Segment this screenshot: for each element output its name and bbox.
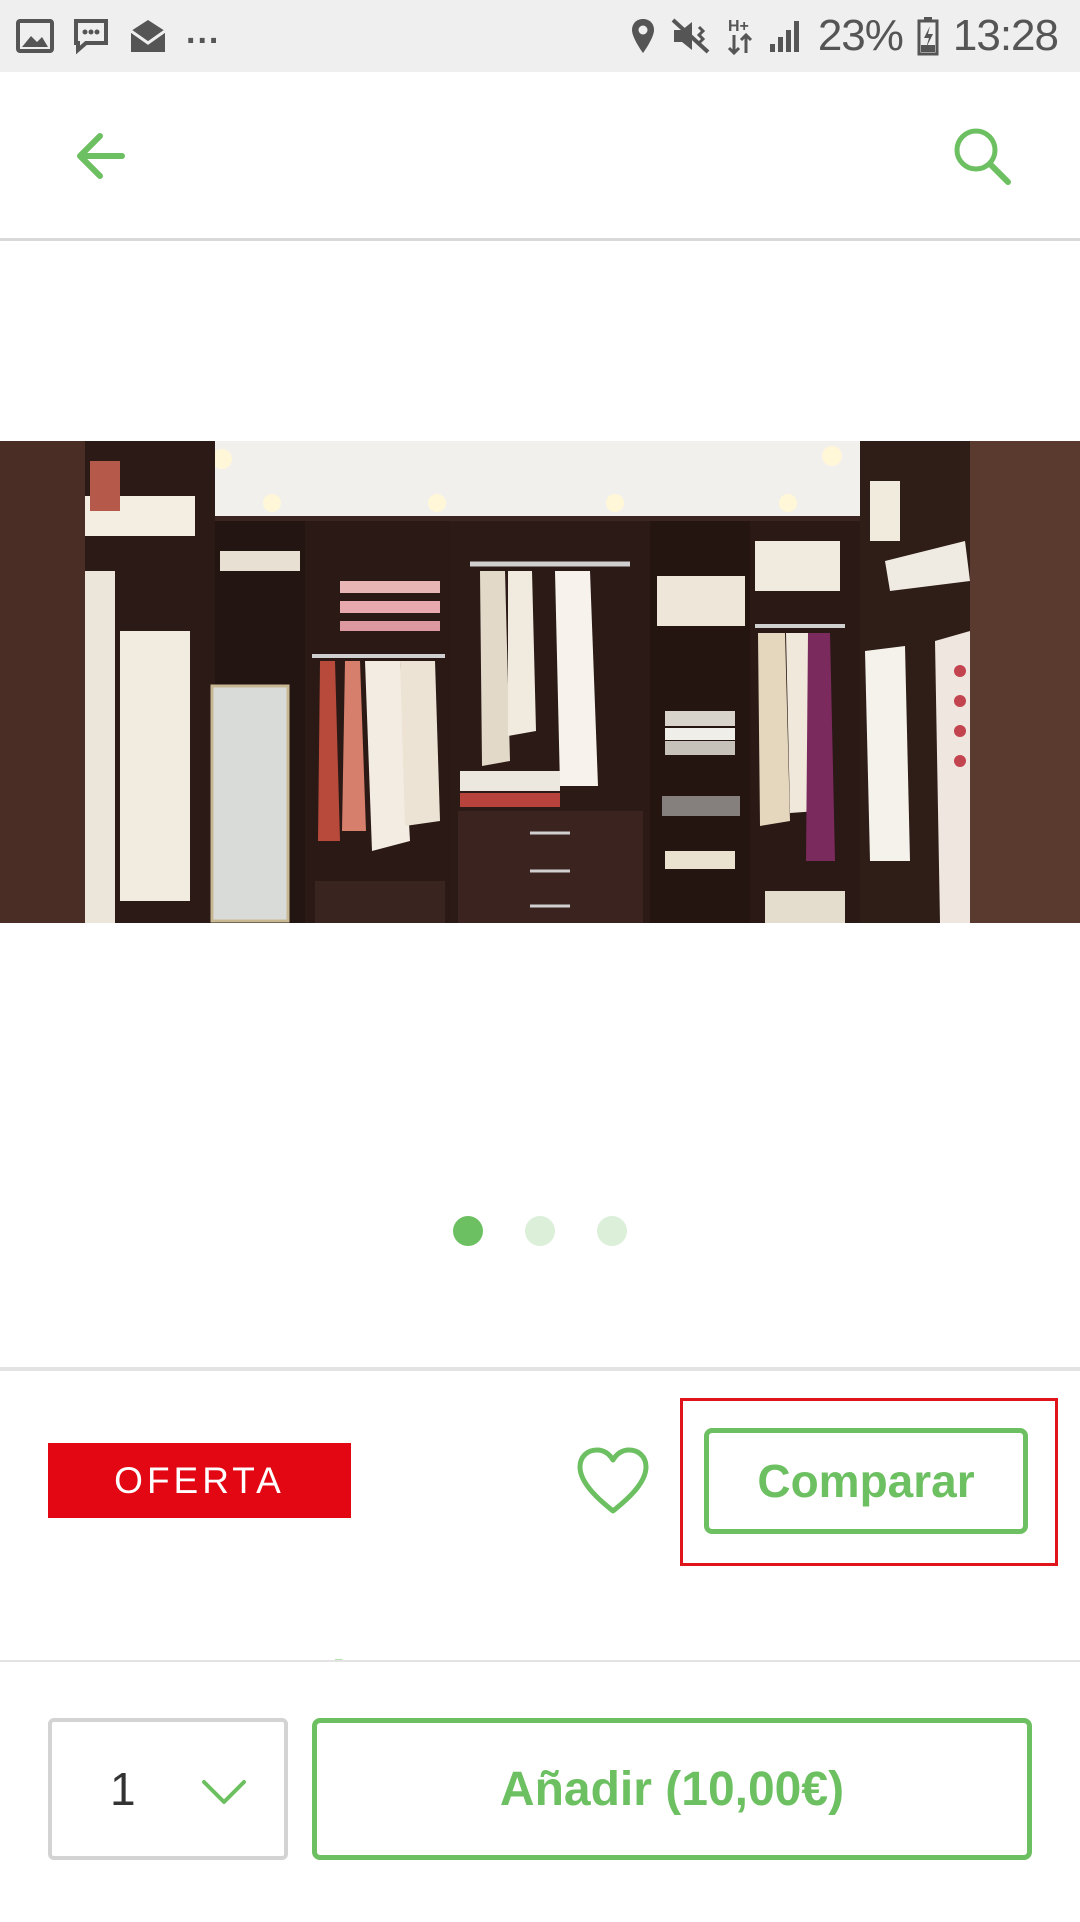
email-notification-icon xyxy=(130,20,166,52)
battery-percentage: 23% xyxy=(817,11,904,60)
pager-dot-2[interactable] xyxy=(525,1216,555,1246)
chevron-down-icon xyxy=(202,1780,246,1804)
pager-dot-3[interactable] xyxy=(597,1216,627,1246)
app-bar xyxy=(0,72,1080,241)
search-button[interactable] xyxy=(950,124,1014,188)
signal-icon xyxy=(769,21,799,52)
message-notification-icon xyxy=(74,19,108,55)
arrow-left-icon xyxy=(77,133,125,179)
back-button[interactable] xyxy=(72,128,136,184)
gallery-notification-icon xyxy=(16,19,54,53)
walk-in-closet-photo xyxy=(0,441,1080,923)
notification-icons: ... xyxy=(16,12,221,58)
battery-charging-icon xyxy=(917,17,939,56)
favorite-button[interactable] xyxy=(574,1445,652,1517)
system-icons: H+ 23% 13:28 xyxy=(630,10,1059,62)
location-icon xyxy=(631,19,654,53)
svg-text:H+: H+ xyxy=(728,18,749,35)
gallery-pager xyxy=(0,1216,1080,1252)
compare-button[interactable]: Comparar xyxy=(704,1428,1028,1534)
search-icon xyxy=(954,128,1011,185)
section-divider xyxy=(0,1367,1080,1371)
clock: 13:28 xyxy=(952,11,1059,60)
add-to-cart-button[interactable]: Añadir (10,00€) xyxy=(312,1718,1032,1860)
pager-dot-1[interactable] xyxy=(453,1216,483,1246)
mute-vibrate-icon xyxy=(671,18,710,54)
heart-outline-icon xyxy=(577,1447,649,1514)
product-gallery[interactable] xyxy=(0,241,1080,1367)
offer-badge: OFERTA xyxy=(48,1443,351,1518)
data-network-icon: H+ xyxy=(727,18,752,56)
more-notifications: ... xyxy=(186,12,221,51)
status-bar: ... H+ 23% 13:28 xyxy=(0,0,1080,72)
product-image[interactable] xyxy=(0,441,1080,923)
quantity-value: 1 xyxy=(110,1763,136,1815)
quantity-select[interactable]: 1 xyxy=(48,1718,288,1860)
bottom-purchase-bar: 1 Añadir (10,00€) xyxy=(0,1660,1080,1922)
